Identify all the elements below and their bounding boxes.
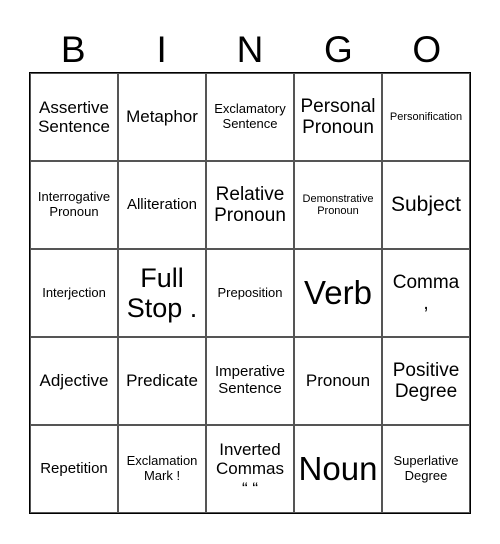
bingo-cell[interactable]: Assertive Sentence [30,73,118,161]
bingo-cell[interactable]: Metaphor [118,73,206,161]
bingo-cell[interactable]: Predicate [118,337,206,425]
header-letter-b: B [60,29,86,70]
bingo-cell[interactable]: Personification [382,73,470,161]
bingo-cell[interactable]: Superlative Degree [382,425,470,513]
bingo-cell[interactable]: Preposition [206,249,294,337]
bingo-cell[interactable]: Relative Pronoun [206,161,294,249]
bingo-cell[interactable]: Adjective [30,337,118,425]
bingo-cell[interactable]: Repetition [30,425,118,513]
bingo-cell[interactable]: Pronoun [294,337,382,425]
bingo-cell[interactable]: Positive Degree [382,337,470,425]
bingo-cell[interactable]: Noun [294,425,382,513]
bingo-cell[interactable]: Interjection [30,249,118,337]
bingo-cell[interactable]: Imperative Sentence [206,337,294,425]
bingo-cell[interactable]: Interrogative Pronoun [30,161,118,249]
bingo-cell[interactable]: Alliteration [118,161,206,249]
bingo-cell[interactable]: Exclamatory Sentence [206,73,294,161]
bingo-cell[interactable]: Exclamation Mark ! [118,425,206,513]
bingo-card: Assertive Sentence Metaphor Exclamatory … [29,72,471,514]
bingo-cell[interactable]: Verb [294,249,382,337]
bingo-cell[interactable]: Subject [382,161,470,249]
bingo-cell[interactable]: Comma , [382,249,470,337]
bingo-cell[interactable]: Personal Pronoun [294,73,382,161]
header-letter-g: G [323,29,353,70]
header-letter-o: O [412,29,442,70]
header-letter-n: N [236,29,264,70]
bingo-cell[interactable]: Full Stop . [118,249,206,337]
bingo-cell[interactable]: Inverted Commas “ “ [206,425,294,513]
bingo-header: B I N G O [29,28,471,72]
header-letter-i: I [156,29,167,70]
bingo-cell[interactable]: Demonstrative Pronoun [294,161,382,249]
